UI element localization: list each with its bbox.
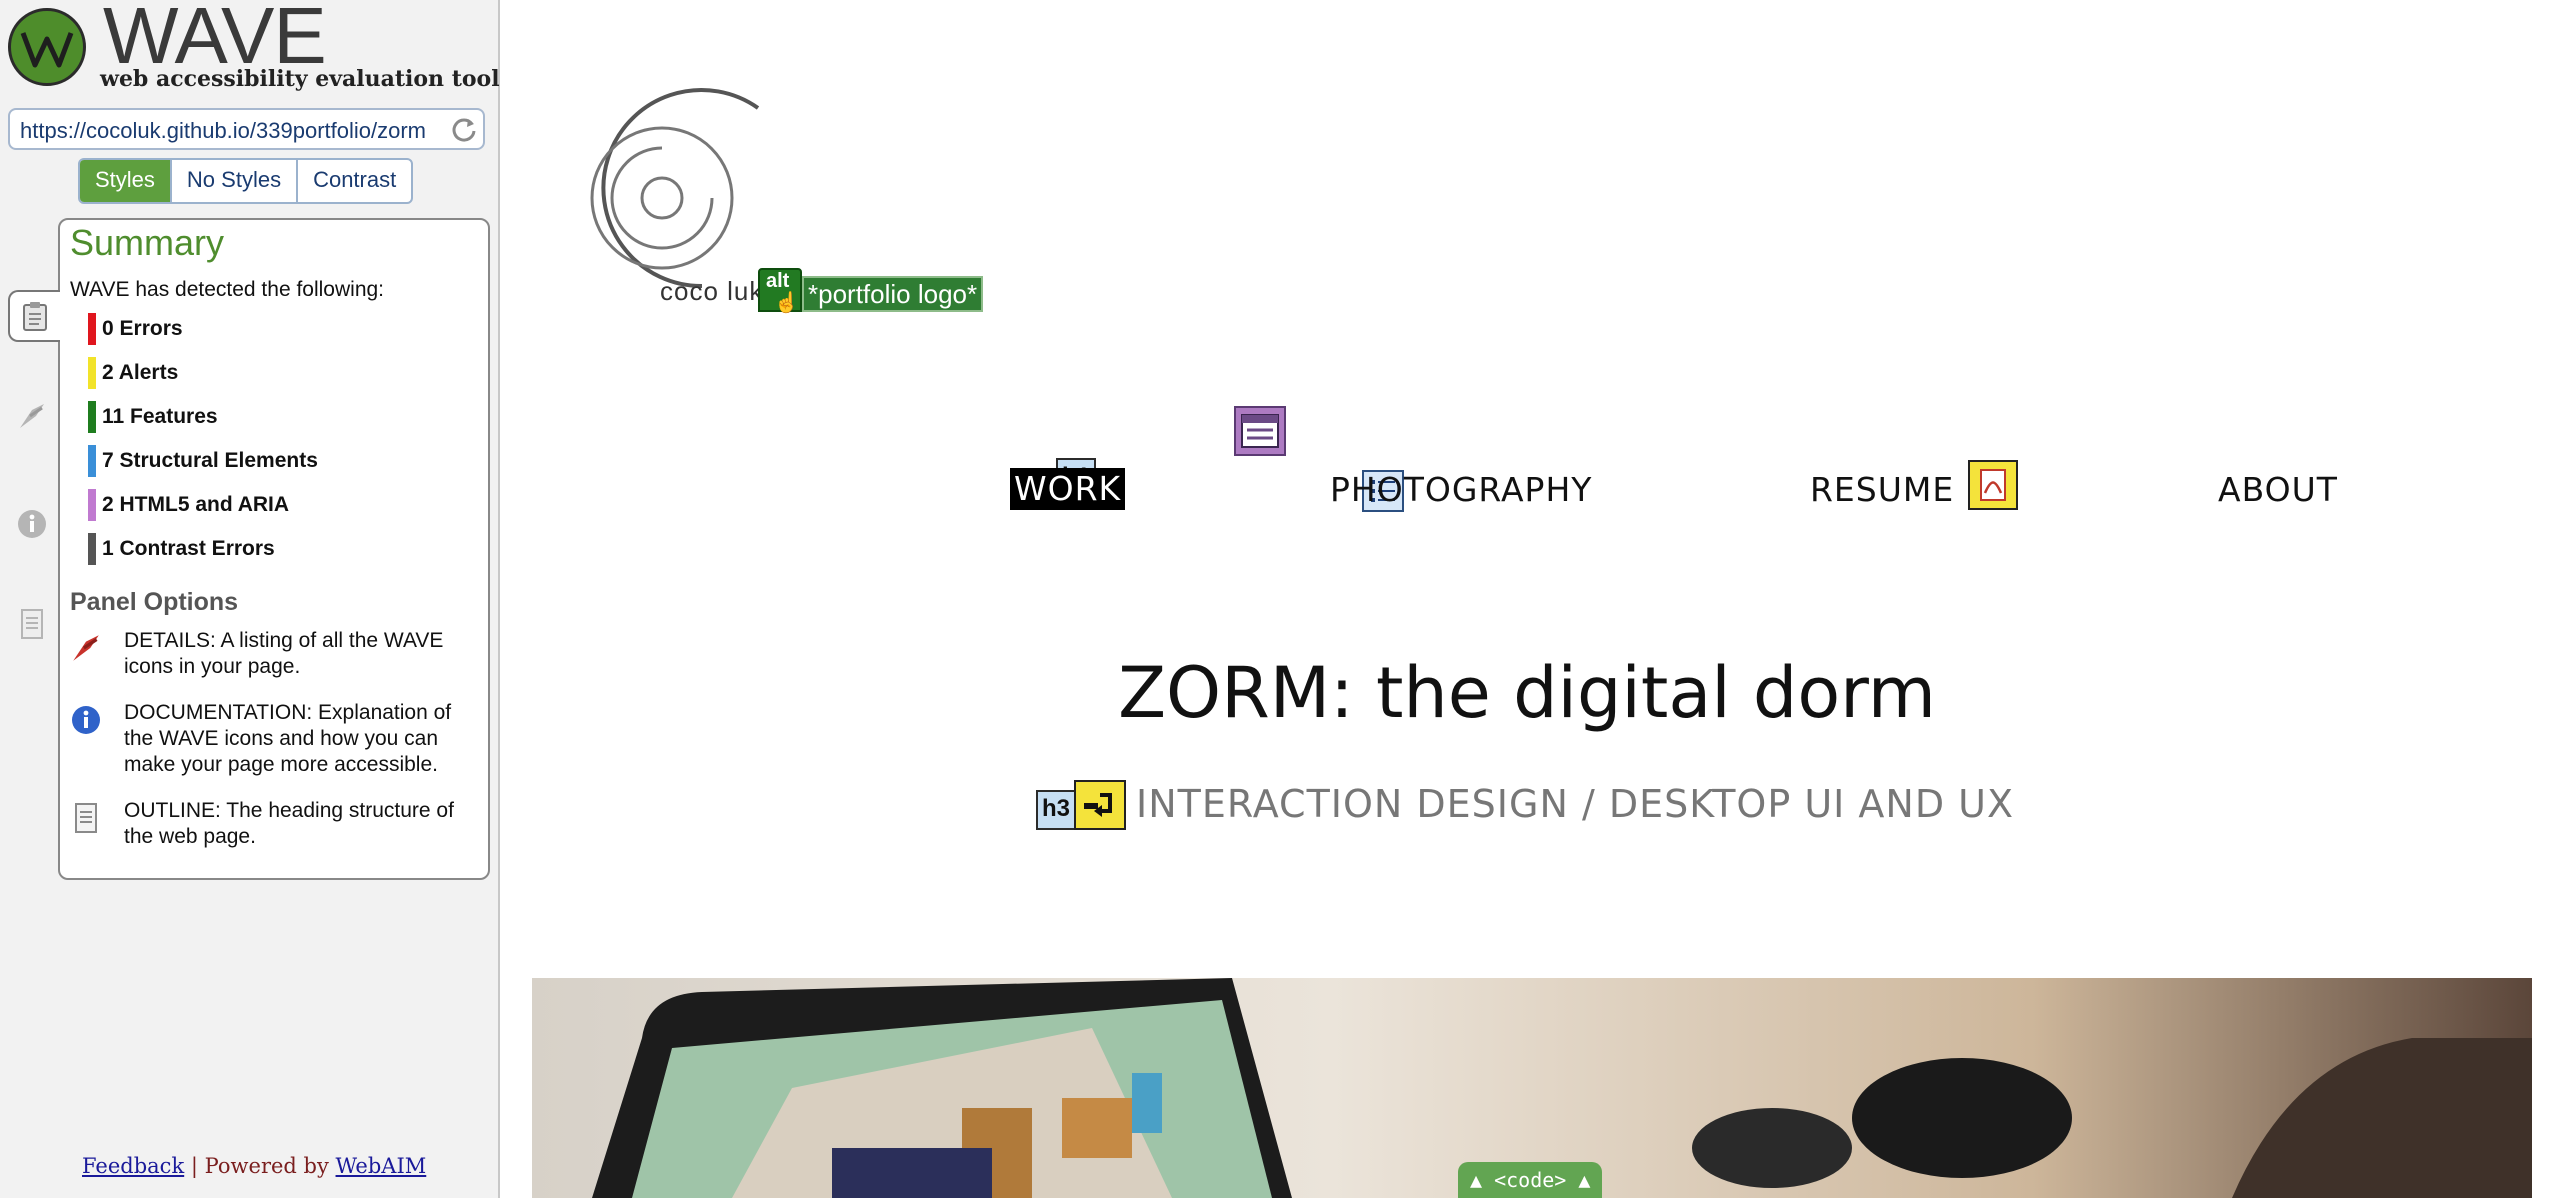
count-label: 7 Structural Elements — [102, 449, 318, 472]
summary-tab-clipboard-icon[interactable] — [8, 290, 60, 342]
option-documentation-text: DOCUMENTATION: Explanation of the WAVE i… — [124, 701, 452, 776]
option-outline-text: OUTLINE: The heading structure of the we… — [124, 799, 454, 848]
alt-text-icon[interactable]: alt ☝ — [758, 268, 802, 314]
nav-link-work[interactable]: WORK — [1010, 468, 1126, 510]
tab-styles[interactable]: Styles — [80, 160, 172, 202]
reload-icon[interactable] — [449, 115, 479, 145]
count-errors[interactable]: 0 Errors — [88, 312, 183, 346]
page-subtitle: INTERACTION DESIGN / DESKTOP UI AND UX — [1136, 782, 2015, 826]
aria-color-bar — [88, 489, 96, 521]
count-label: 2 Alerts — [102, 361, 179, 384]
alt-text-label: *portfolio logo* — [802, 276, 984, 312]
wave-logo-text: WAVE — [103, 0, 327, 80]
url-text: https://cocoluk.github.io/339portfolio/z… — [20, 118, 427, 143]
documentation-info-icon — [68, 702, 104, 738]
count-label: 2 HTML5 and ARIA — [102, 493, 290, 516]
wave-footer: Feedback | Powered by WebAIM — [82, 1154, 426, 1178]
outline-document-icon — [68, 800, 104, 836]
option-details[interactable]: DETAILS: A listing of all the WAVE icons… — [68, 628, 478, 684]
details-flag-icon — [68, 630, 104, 666]
count-features[interactable]: 11 Features — [88, 400, 218, 434]
count-structural[interactable]: 7 Structural Elements — [88, 444, 318, 478]
count-html5-aria[interactable]: 2 HTML5 and ARIA — [88, 488, 289, 522]
alerts-color-bar — [88, 357, 96, 389]
tab-contrast[interactable]: Contrast — [298, 160, 411, 202]
wave-logo-subtitle: web accessibility evaluation tool — [100, 66, 500, 92]
tab-no-styles[interactable]: No Styles — [172, 160, 299, 202]
details-flag-icon[interactable] — [14, 398, 50, 434]
wave-logo-icon — [8, 8, 86, 86]
page-title: ZORM: the digital dorm — [1118, 652, 1936, 734]
pdf-link-alert-icon[interactable] — [1968, 460, 2018, 510]
contrast-color-bar — [88, 533, 96, 565]
documentation-info-icon[interactable] — [14, 506, 50, 542]
summary-intro: WAVE has detected the following: — [70, 278, 385, 301]
nav-link-photography[interactable]: PHOTOGRAPHY — [1330, 470, 1592, 509]
wave-sidebar: WAVE web accessibility evaluation tool h… — [0, 0, 500, 1198]
features-color-bar — [88, 401, 96, 433]
navigation-landmark-icon[interactable] — [1234, 406, 1286, 456]
option-documentation[interactable]: DOCUMENTATION: Explanation of the WAVE i… — [68, 700, 478, 780]
skipped-heading-alert-icon[interactable] — [1074, 780, 1126, 830]
count-label: 11 Features — [102, 405, 218, 428]
view-tabs: Styles No Styles Contrast — [78, 158, 414, 204]
count-label: 1 Contrast Errors — [102, 537, 275, 560]
feedback-link[interactable]: Feedback — [82, 1154, 184, 1178]
footer-separator: | — [190, 1154, 198, 1178]
structural-color-bar — [88, 445, 96, 477]
option-outline[interactable]: OUTLINE: The heading structure of the we… — [68, 798, 478, 854]
url-input[interactable]: https://cocoluk.github.io/339portfolio/z… — [8, 108, 485, 150]
hand-cursor-icon: ☝ — [774, 292, 799, 314]
errors-color-bar — [88, 313, 96, 345]
outline-document-icon[interactable] — [14, 606, 50, 642]
code-toggle-button[interactable]: ▲ <code> ▲ — [1458, 1162, 1603, 1198]
count-alerts[interactable]: 2 Alerts — [88, 356, 178, 390]
h3-heading-icon[interactable]: h3 — [1036, 790, 1076, 830]
panel-options-heading: Panel Options — [70, 588, 239, 616]
webaim-link[interactable]: WebAIM — [336, 1154, 427, 1178]
summary-title: Summary — [70, 222, 225, 263]
evaluated-page: coco luk alt ☝ *portfolio logo* h1 WORK … — [502, 0, 2556, 1198]
summary-panel: Summary WAVE has detected the following:… — [58, 218, 490, 880]
option-details-text: DETAILS: A listing of all the WAVE icons… — [124, 629, 444, 678]
count-label: 0 Errors — [102, 317, 183, 340]
brand-name: coco luk — [660, 276, 764, 306]
count-contrast[interactable]: 1 Contrast Errors — [88, 532, 275, 566]
footer-powered: Powered by — [204, 1154, 329, 1178]
nav-link-resume[interactable]: RESUME — [1810, 470, 1954, 509]
nav-link-about[interactable]: ABOUT — [2218, 470, 2338, 509]
